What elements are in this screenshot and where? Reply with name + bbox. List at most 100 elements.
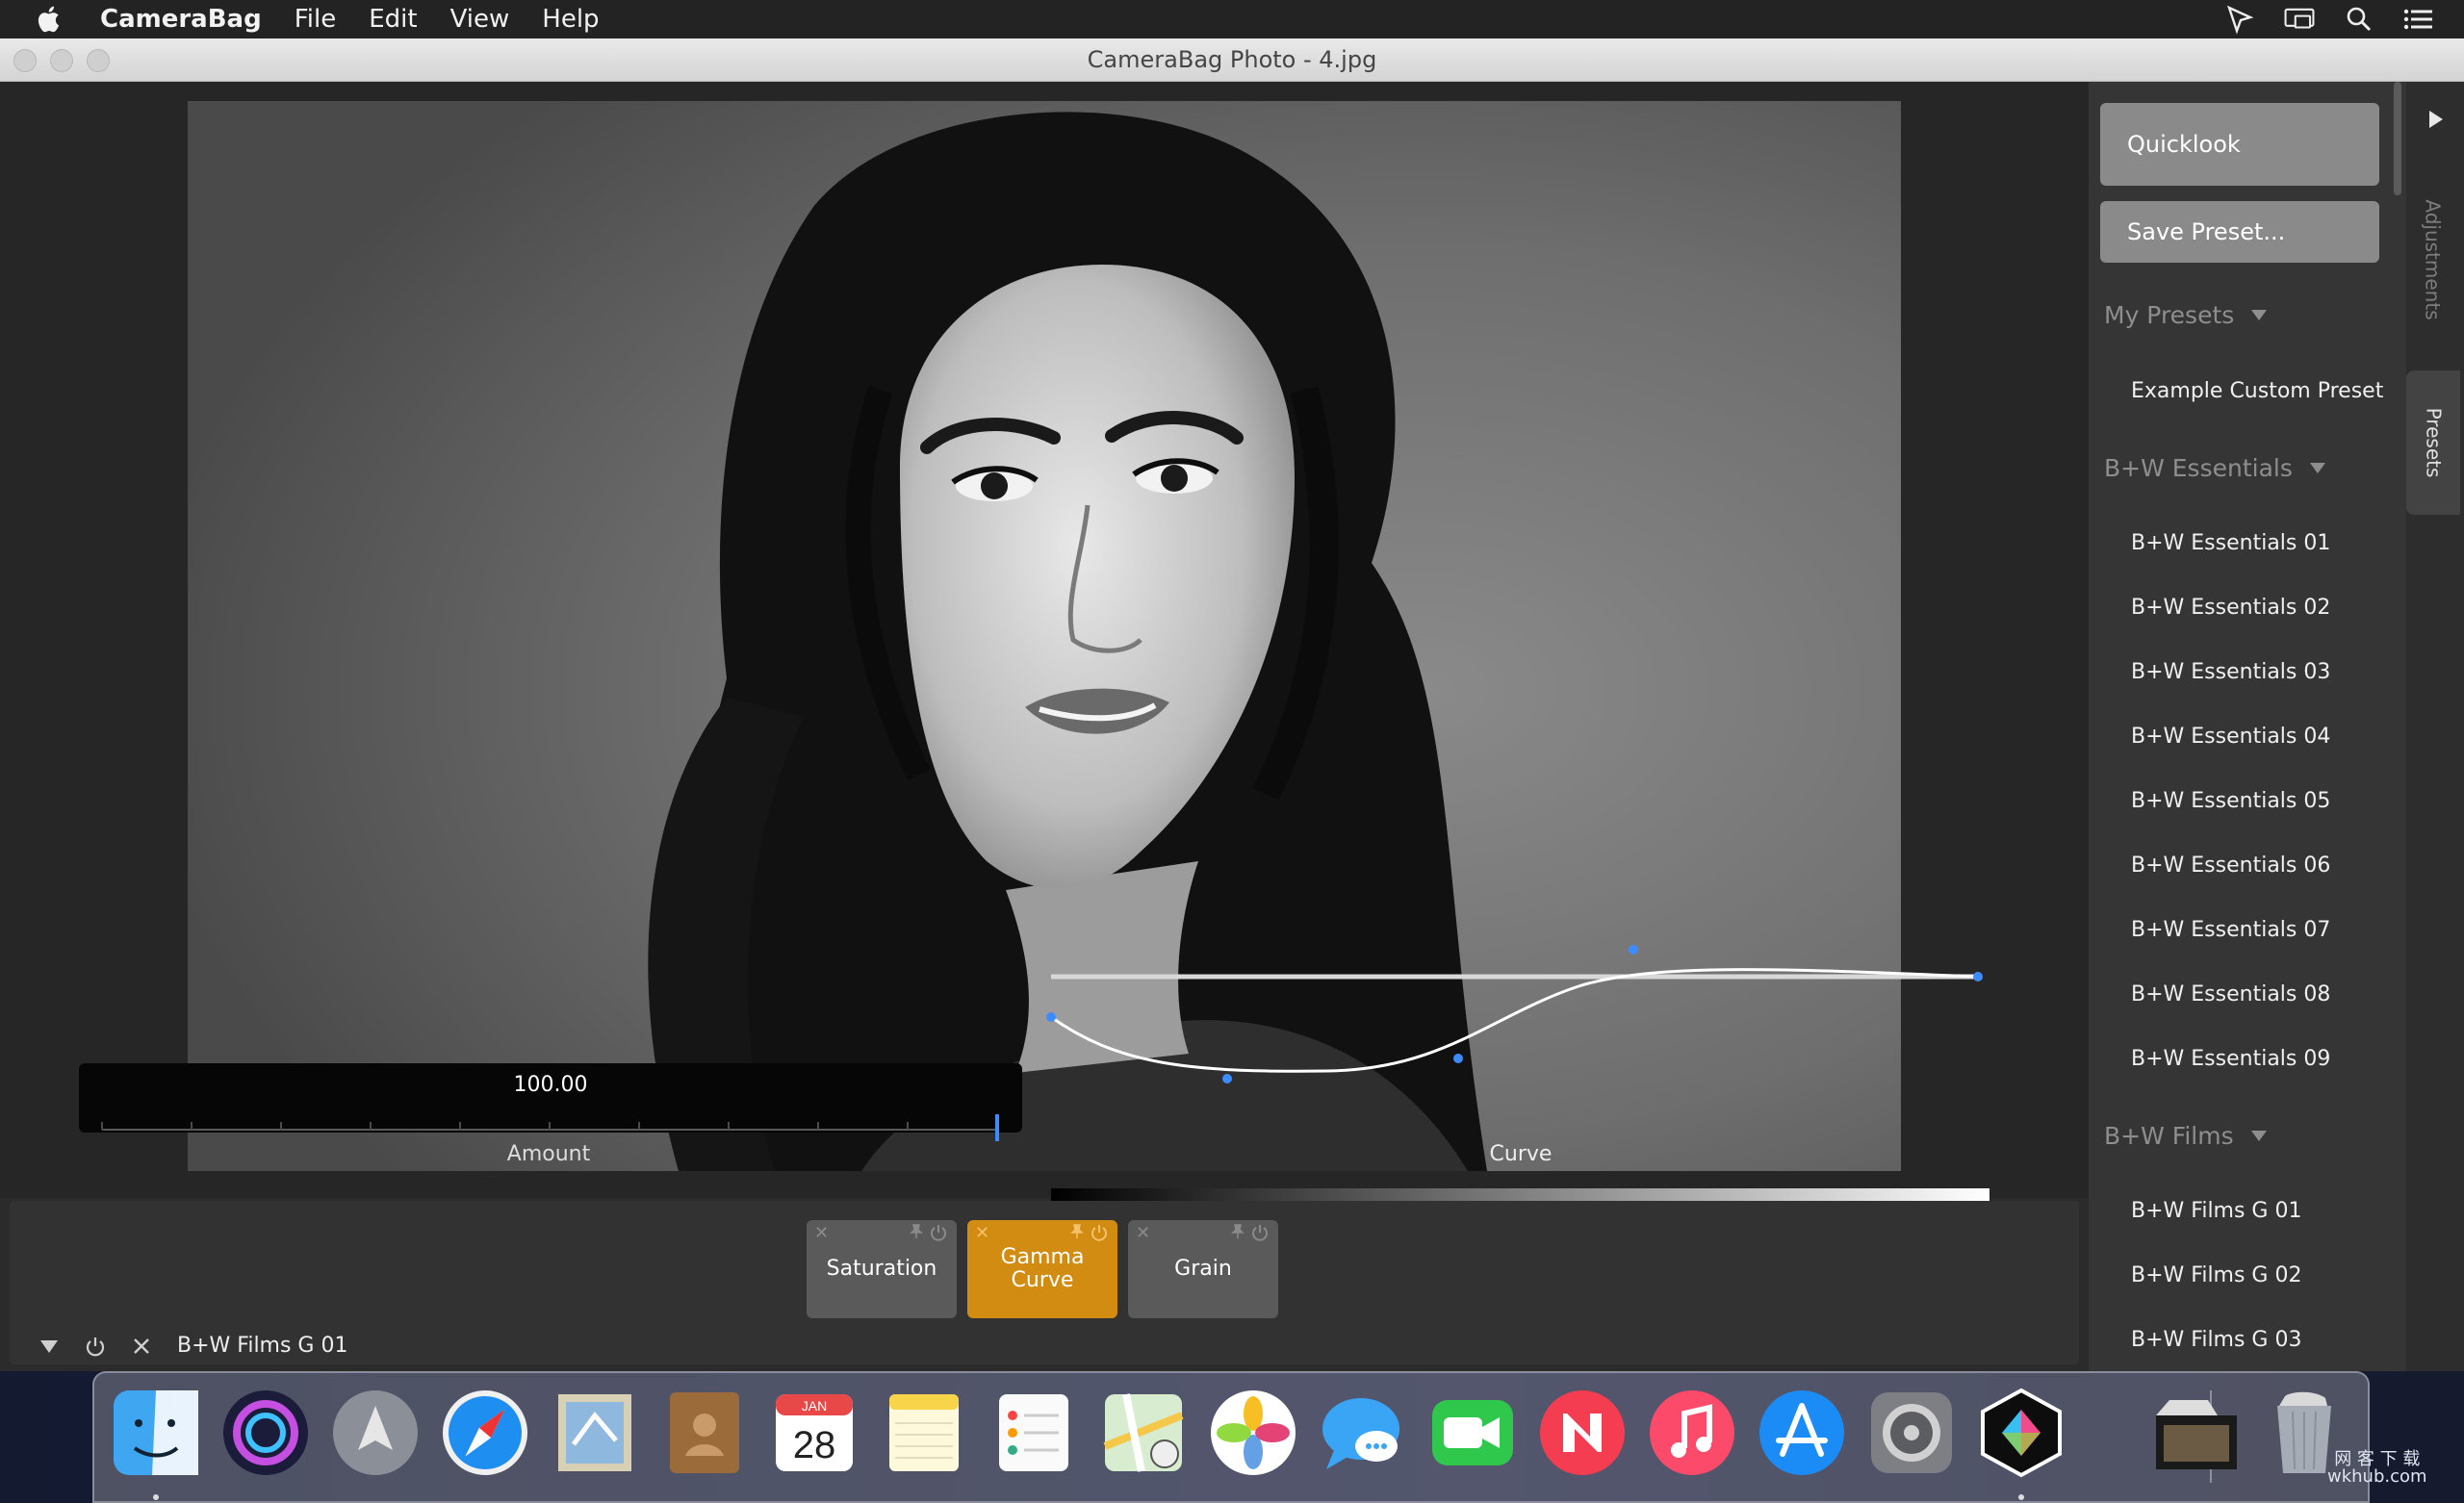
preset-item[interactable]: B+W Essentials 06 <box>2131 853 2330 878</box>
photo-viewer: 100.00 Amount Curve <box>0 82 2089 1210</box>
power-icon[interactable] <box>930 1224 947 1241</box>
news-icon[interactable] <box>1536 1387 1629 1479</box>
photo-folder-icon[interactable] <box>2150 1387 2243 1479</box>
preset-item[interactable]: B+W Essentials 07 <box>2131 918 2330 942</box>
preset-item[interactable]: B+W Essentials 09 <box>2131 1047 2330 1071</box>
close-window-button[interactable] <box>13 49 37 72</box>
tab-presets[interactable]: Presets <box>2406 370 2460 515</box>
menu-edit[interactable]: Edit <box>369 5 417 34</box>
app-store-icon[interactable] <box>1756 1387 1848 1479</box>
siri-icon[interactable] <box>219 1387 312 1479</box>
menu-help[interactable]: Help <box>542 5 599 34</box>
side-tabs: Adjustments Presets <box>2406 82 2464 1371</box>
current-preset-name: B+W Films G 01 <box>177 1334 348 1358</box>
preset-item[interactable]: B+W Essentials 05 <box>2131 789 2330 813</box>
music-icon[interactable] <box>1646 1387 1738 1479</box>
presets-scrollbar[interactable] <box>2394 82 2401 195</box>
minimize-window-button[interactable] <box>50 49 73 72</box>
group-title: B+W Films <box>2104 1122 2234 1150</box>
camerabag-icon[interactable] <box>1975 1387 2067 1479</box>
launchpad-icon[interactable] <box>329 1387 422 1479</box>
adjustment-label: Grain <box>1174 1257 1232 1281</box>
adjustment-tile-gamma-curve[interactable]: ✕ Gamma Curve <box>967 1220 1117 1318</box>
calendar-day: 28 <box>793 1424 836 1466</box>
preset-item[interactable]: B+W Films G 02 <box>2131 1263 2301 1287</box>
quicklook-label: Quicklook <box>2127 131 2241 158</box>
status-area <box>2223 4 2435 35</box>
maps-icon[interactable] <box>1097 1387 1190 1479</box>
remove-adjustment-icon[interactable]: ✕ <box>1136 1222 1150 1245</box>
save-preset-button[interactable]: Save Preset... <box>2100 201 2379 263</box>
window-title-bar: CameraBag Photo - 4.jpg <box>0 38 2464 82</box>
pin-icon[interactable] <box>1069 1224 1085 1239</box>
disclosure-triangle-icon[interactable] <box>2309 463 2325 473</box>
preset-item[interactable]: Example Custom Preset <box>2131 379 2383 403</box>
calendar-icon[interactable]: JAN 28 <box>768 1387 860 1479</box>
group-my-presets[interactable]: My Presets <box>2104 301 2268 329</box>
notes-icon[interactable] <box>878 1387 970 1479</box>
curve-line <box>1050 968 1979 1073</box>
preset-item[interactable]: B+W Essentials 08 <box>2131 982 2330 1006</box>
notification-center-icon[interactable] <box>2402 4 2435 35</box>
tab-adjustments[interactable]: Adjustments <box>2406 188 2460 332</box>
window-controls <box>13 49 110 72</box>
gamma-curve-editor[interactable] <box>1040 919 2002 1217</box>
power-icon[interactable] <box>1091 1224 1108 1241</box>
group-bw-essentials[interactable]: B+W Essentials <box>2104 454 2325 482</box>
curve-point[interactable] <box>1046 1012 1056 1022</box>
group-title: B+W Essentials <box>2104 454 2293 482</box>
disclosure-triangle-icon[interactable] <box>2251 310 2268 320</box>
clear-preset-icon[interactable] <box>131 1336 152 1357</box>
facetime-icon[interactable] <box>1426 1387 1519 1479</box>
menu-file[interactable]: File <box>295 5 337 34</box>
presets-panel: Quicklook Save Preset... My Presets Exam… <box>2089 82 2406 1371</box>
curve-point[interactable] <box>1453 1054 1463 1063</box>
reminders-icon[interactable] <box>988 1387 1080 1479</box>
preset-item[interactable]: B+W Essentials 01 <box>2131 531 2330 555</box>
menu-view[interactable]: View <box>450 5 510 34</box>
group-title: My Presets <box>2104 301 2235 329</box>
adjustment-label: Saturation <box>826 1257 937 1281</box>
remove-adjustment-icon[interactable]: ✕ <box>814 1222 829 1245</box>
spotlight-search-icon[interactable] <box>2343 4 2375 35</box>
safari-icon[interactable] <box>439 1387 531 1479</box>
expand-panel-arrow-icon[interactable] <box>2429 111 2443 128</box>
app-menu[interactable]: CameraBag <box>100 5 262 34</box>
watermark: 网 客 下 载 wkhub.com <box>2327 1451 2427 1486</box>
adjustment-tile-saturation[interactable]: ✕ Saturation <box>807 1220 957 1318</box>
apple-menu-icon[interactable] <box>35 4 65 35</box>
preset-item[interactable]: B+W Films G 03 <box>2131 1328 2301 1352</box>
airplay-display-icon[interactable] <box>2283 4 2316 35</box>
tab-label: Adjustments <box>2422 199 2445 320</box>
window-title: CameraBag Photo - 4.jpg <box>1087 46 1377 73</box>
power-toggle-icon[interactable] <box>85 1336 106 1357</box>
remove-adjustment-icon[interactable]: ✕ <box>975 1222 989 1245</box>
disclosure-triangle-icon[interactable] <box>2250 1131 2267 1141</box>
preset-item[interactable]: B+W Essentials 02 <box>2131 596 2330 620</box>
preset-item[interactable]: B+W Films G 01 <box>2131 1199 2301 1223</box>
photos-icon[interactable] <box>1207 1387 1299 1479</box>
contacts-icon[interactable] <box>658 1387 751 1479</box>
zoom-window-button[interactable] <box>87 49 110 72</box>
curve-point[interactable] <box>1222 1074 1232 1083</box>
preset-item[interactable]: B+W Essentials 04 <box>2131 725 2330 749</box>
preset-item[interactable]: B+W Essentials 03 <box>2131 660 2330 684</box>
pin-icon[interactable] <box>1230 1224 1245 1239</box>
curve-point[interactable] <box>1973 972 1983 981</box>
tab-label: Presets <box>2422 407 2446 478</box>
quicklook-button[interactable]: Quicklook <box>2100 103 2379 186</box>
screenshot-cursor-icon[interactable] <box>2223 4 2256 35</box>
finder-icon[interactable] <box>110 1387 202 1479</box>
amount-label: Amount <box>506 1142 591 1166</box>
power-icon[interactable] <box>1251 1224 1269 1241</box>
adjustment-strip: ✕ Saturation ✕ Gamma Curve ✕ Grain B+W F… <box>10 1201 2079 1364</box>
curve-point[interactable] <box>1629 945 1638 955</box>
mail-icon[interactable] <box>549 1387 641 1479</box>
group-bw-films[interactable]: B+W Films <box>2104 1122 2267 1150</box>
collapse-triangle-icon[interactable] <box>38 1336 60 1357</box>
system-preferences-icon[interactable] <box>1865 1387 1958 1479</box>
adjustment-tile-grain[interactable]: ✕ Grain <box>1128 1220 1278 1318</box>
messages-icon[interactable] <box>1317 1387 1409 1479</box>
pin-icon[interactable] <box>909 1224 924 1239</box>
amount-slider-track[interactable] <box>23 1114 1005 1143</box>
